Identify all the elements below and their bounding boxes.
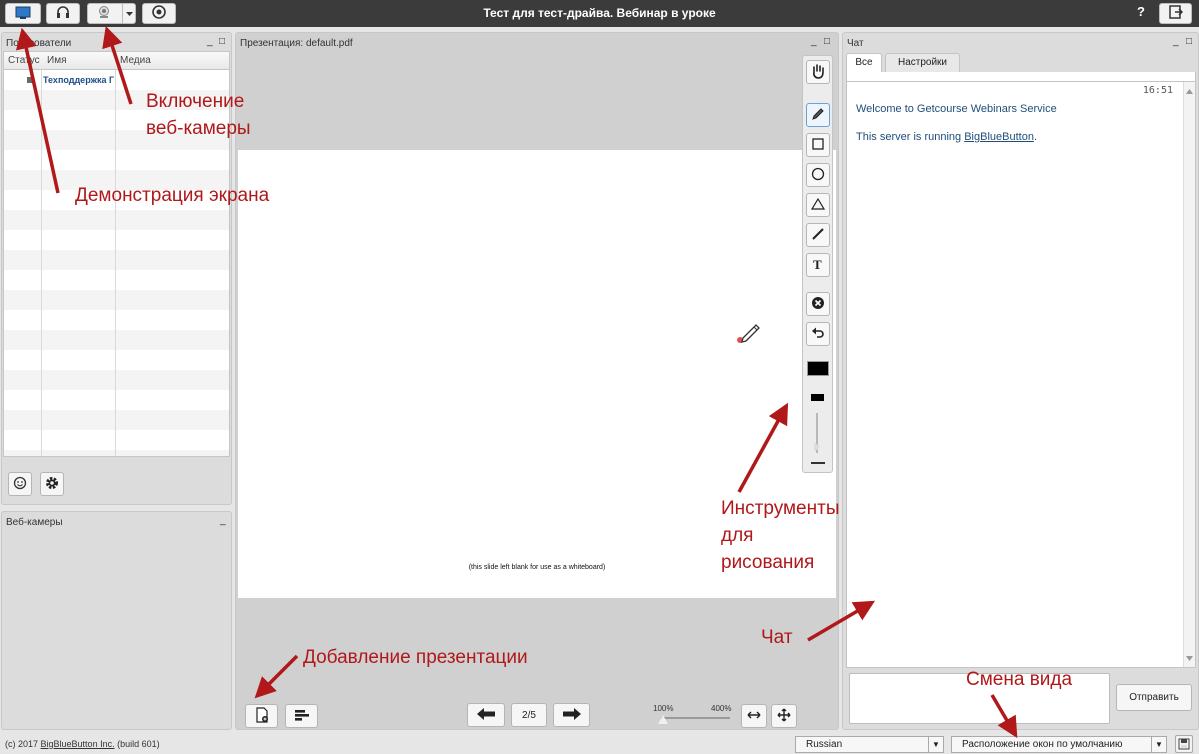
- annotation-layout: Смена вида: [966, 669, 1073, 690]
- arrow-to-screen-share: [15, 27, 60, 194]
- annotation-tools: Инструменты для рисования: [721, 495, 839, 576]
- annotation-tools-line1: Инструменты: [721, 498, 840, 519]
- arrow-to-tools: [737, 402, 789, 493]
- arrow-to-upload: [254, 654, 299, 699]
- annotation-add-presentation: Добавление презентации: [303, 647, 528, 668]
- annotation-webcam-line1: Включение: [146, 91, 245, 112]
- annotation-webcam-line2: веб-камеры: [146, 118, 251, 139]
- arrow-to-webcam: [102, 26, 133, 105]
- arrow-to-layout: [990, 694, 1018, 739]
- arrow-to-chat: [807, 600, 876, 642]
- annotation-screen: Демонстрация экрана: [75, 185, 270, 206]
- annotation-tools-line2: для: [721, 525, 754, 546]
- annotation-tools-line3: рисования: [721, 552, 815, 573]
- annotation-chat: Чат: [761, 627, 793, 648]
- annotation-webcam: Включение веб-камеры: [146, 88, 251, 142]
